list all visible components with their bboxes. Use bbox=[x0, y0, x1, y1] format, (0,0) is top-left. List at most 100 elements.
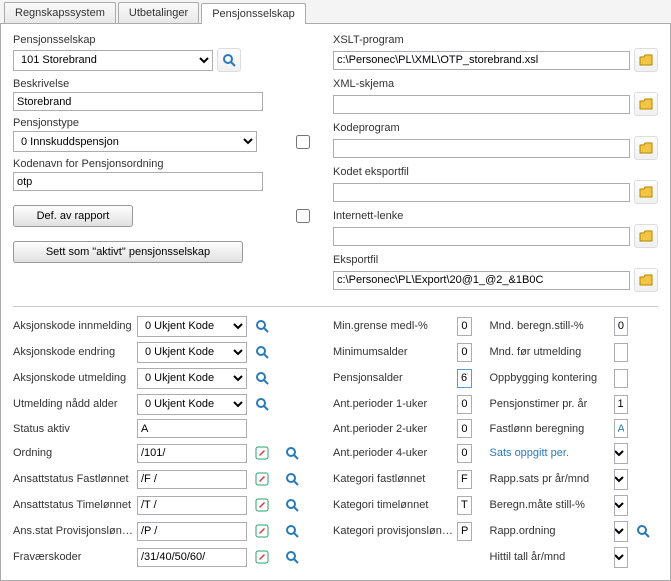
folder-icon[interactable] bbox=[634, 48, 658, 72]
button-sett-aktivt[interactable]: Sett som "aktivt" pensjonsselskap bbox=[13, 241, 243, 263]
input-a5[interactable] bbox=[137, 419, 247, 438]
label-b9: Kategori provisjonslønnet bbox=[333, 525, 453, 537]
input-xml[interactable] bbox=[333, 95, 630, 114]
search-icon[interactable] bbox=[251, 367, 273, 389]
search-icon[interactable] bbox=[281, 468, 303, 490]
search-icon[interactable] bbox=[251, 315, 273, 337]
label-b2: Minimumsalder bbox=[333, 346, 453, 358]
button-def-rapport[interactable]: Def. av rapport bbox=[13, 205, 133, 227]
select-a1[interactable]: 0 Ukjent Kode bbox=[137, 316, 247, 337]
select-c10[interactable]: 0 År bbox=[614, 547, 629, 568]
input-a6[interactable] bbox=[137, 444, 247, 463]
search-icon[interactable] bbox=[632, 520, 654, 542]
tab-regnskapssystem[interactable]: Regnskapssystem bbox=[4, 2, 116, 23]
search-icon[interactable] bbox=[217, 48, 241, 72]
input-b9[interactable] bbox=[457, 522, 472, 541]
label-b7: Kategori fastlønnet bbox=[333, 473, 453, 485]
folder-icon[interactable] bbox=[634, 224, 658, 248]
folder-icon[interactable] bbox=[634, 268, 658, 292]
edit-icon[interactable] bbox=[251, 546, 273, 568]
panel-pensjonsselskap: Pensjonsselskap 101 Storebrand Beskrivel… bbox=[0, 24, 671, 581]
tab-pensjonsselskap[interactable]: Pensjonsselskap bbox=[201, 3, 306, 24]
select-c8[interactable]: 0 Faktisk bbox=[614, 495, 629, 516]
search-icon[interactable] bbox=[281, 520, 303, 542]
search-icon[interactable] bbox=[251, 393, 273, 415]
label-kodet-eksport: Kodet eksportfil bbox=[333, 166, 658, 178]
input-b8[interactable] bbox=[457, 496, 472, 515]
input-eksportfil[interactable] bbox=[333, 271, 630, 290]
folder-icon[interactable] bbox=[634, 92, 658, 116]
tab-bar: Regnskapssystem Utbetalinger Pensjonssel… bbox=[0, 0, 671, 24]
edit-icon[interactable] bbox=[251, 520, 273, 542]
label-c8: Beregn.måte still-% bbox=[490, 499, 610, 511]
input-c4[interactable] bbox=[614, 395, 629, 414]
input-c2[interactable] bbox=[614, 343, 629, 362]
label-eksportfil: Eksportfil bbox=[333, 254, 658, 266]
select-c9[interactable]: 2 OTP2 bbox=[614, 521, 629, 542]
label-kodenavn: Kodenavn for Pensjonsordning bbox=[13, 158, 313, 170]
checkbox-pensjonstype[interactable] bbox=[296, 135, 310, 149]
folder-icon[interactable] bbox=[634, 180, 658, 204]
input-a7[interactable] bbox=[137, 470, 247, 489]
label-c7: Rapp.sats pr år/mnd bbox=[490, 473, 610, 485]
label-a8: Ansattstatus Timelønnet bbox=[13, 499, 133, 511]
label-a2: Aksjonskode endring bbox=[13, 346, 133, 358]
select-c7[interactable]: 0 År bbox=[614, 469, 629, 490]
label-c5: Fastlønn beregning bbox=[490, 423, 610, 435]
input-a8[interactable] bbox=[137, 496, 247, 515]
input-c1[interactable] bbox=[614, 317, 629, 336]
select-pensjonsselskap[interactable]: 101 Storebrand bbox=[13, 50, 213, 71]
label-b8: Kategori timelønnet bbox=[333, 499, 453, 511]
label-a10: Fraværskoder bbox=[13, 551, 133, 563]
input-b4[interactable] bbox=[457, 395, 472, 414]
label-c6: Sats oppgitt per. bbox=[490, 447, 610, 459]
label-c9: Rapp.ordning bbox=[490, 525, 610, 537]
label-internett: Internett-lenke bbox=[333, 210, 658, 222]
edit-icon[interactable] bbox=[251, 442, 273, 464]
folder-icon[interactable] bbox=[634, 136, 658, 160]
input-b1[interactable] bbox=[457, 317, 472, 336]
edit-icon[interactable] bbox=[251, 468, 273, 490]
input-a9[interactable] bbox=[137, 522, 247, 541]
search-icon[interactable] bbox=[281, 494, 303, 516]
select-pensjonstype[interactable]: 0 Innskuddspensjon bbox=[13, 131, 257, 152]
select-a4[interactable]: 0 Ukjent Kode bbox=[137, 394, 247, 415]
label-a9: Ans.stat Provisjonslønnet bbox=[13, 525, 133, 537]
label-c2: Mnd. før utmelding bbox=[490, 346, 610, 358]
settings-grid: Aksjonskode innmelding 0 Ukjent Kode Min… bbox=[13, 315, 658, 568]
label-c10: Hittil tall år/mnd bbox=[490, 551, 610, 563]
label-xml: XML-skjema bbox=[333, 78, 658, 90]
select-a2[interactable]: 0 Ukjent Kode bbox=[137, 342, 247, 363]
input-kodet-eksport[interactable] bbox=[333, 183, 630, 202]
input-b6[interactable] bbox=[457, 444, 472, 463]
input-xslt[interactable] bbox=[333, 51, 630, 70]
search-icon[interactable] bbox=[281, 546, 303, 568]
input-beskrivelse[interactable] bbox=[13, 92, 263, 111]
input-kodenavn[interactable] bbox=[13, 172, 263, 191]
select-a3[interactable]: 0 Ukjent Kode bbox=[137, 368, 247, 389]
input-c5[interactable] bbox=[614, 419, 629, 438]
label-beskrivelse: Beskrivelse bbox=[13, 78, 313, 90]
input-b7[interactable] bbox=[457, 470, 472, 489]
search-icon[interactable] bbox=[281, 442, 303, 464]
input-c3[interactable] bbox=[614, 369, 629, 388]
input-a10[interactable] bbox=[137, 548, 247, 567]
label-b3: Pensjonsalder bbox=[333, 372, 453, 384]
label-a4: Utmelding nådd alder bbox=[13, 398, 133, 410]
select-c6[interactable]: 0 År bbox=[614, 443, 629, 464]
input-kodeprogram[interactable] bbox=[333, 139, 630, 158]
input-b3[interactable] bbox=[457, 369, 472, 388]
edit-icon[interactable] bbox=[251, 494, 273, 516]
tab-utbetalinger[interactable]: Utbetalinger bbox=[118, 2, 199, 23]
label-pensjonsselskap: Pensjonsselskap bbox=[13, 34, 313, 46]
checkbox-def-rapport[interactable] bbox=[296, 209, 310, 223]
input-b2[interactable] bbox=[457, 343, 472, 362]
label-a1: Aksjonskode innmelding bbox=[13, 320, 133, 332]
search-icon[interactable] bbox=[251, 341, 273, 363]
input-internett[interactable] bbox=[333, 227, 630, 246]
label-a7: Ansattstatus Fastlønnet bbox=[13, 473, 133, 485]
input-b5[interactable] bbox=[457, 419, 472, 438]
label-c1: Mnd. beregn.still-% bbox=[490, 320, 610, 332]
label-kodeprogram: Kodeprogram bbox=[333, 122, 658, 134]
label-a6: Ordning bbox=[13, 447, 133, 459]
